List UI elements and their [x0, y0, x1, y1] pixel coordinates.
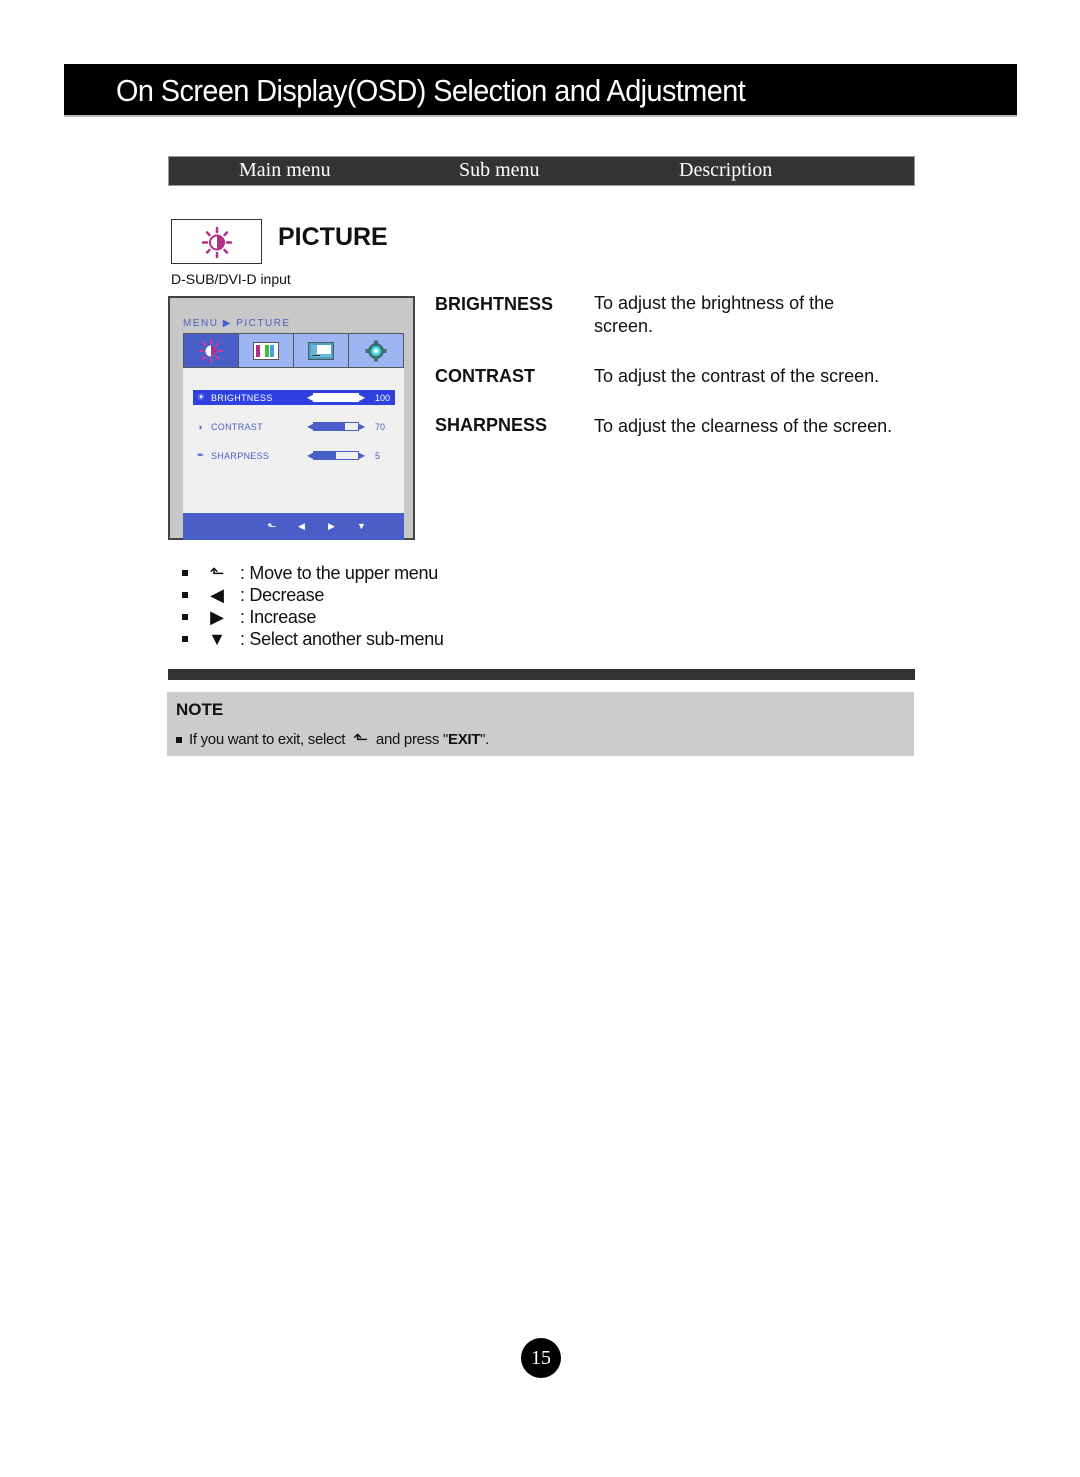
bullet-icon — [182, 614, 188, 620]
note-title: NOTE — [176, 700, 224, 719]
decrease-icon: ◀ — [210, 584, 224, 605]
increase-icon: ▶ — [210, 606, 224, 627]
osd-row-label: SHARPNESS — [211, 450, 270, 461]
osd-tab-brightness[interactable] — [184, 334, 239, 367]
osd-footer: ⬑ ◀ ▶ ▼ — [183, 513, 404, 540]
input-label: D-SUB/DVI-D input — [171, 271, 291, 287]
picture-icon-box — [171, 219, 262, 264]
header-sub-menu: Sub menu — [459, 159, 540, 181]
slider-fill — [314, 394, 358, 401]
submenu-name-sharpness: SHARPNESS — [435, 415, 548, 435]
next-submenu-button-icon[interactable]: ▼ — [357, 521, 366, 531]
brightness-slider[interactable] — [313, 393, 359, 402]
legend-text: : Select another sub-menu — [240, 628, 444, 649]
submenu-desc-sharpness: To adjust the clearness of the screen. — [594, 416, 893, 436]
upper-menu-icon: ⬑ — [209, 562, 225, 583]
bullet-icon — [176, 736, 182, 743]
note-text-before: If you want to exit, select — [189, 731, 346, 748]
legend-item: ⬑ : Move to the upper menu — [182, 562, 438, 584]
increase-arrow-icon[interactable]: ▶ — [359, 451, 365, 460]
upper-menu-icon: ⬑ — [353, 729, 368, 749]
page-title-bar: On Screen Display(OSD) Selection and Adj… — [64, 64, 1017, 117]
slider-fill — [314, 452, 336, 459]
page-title: On Screen Display(OSD) Selection and Adj… — [116, 73, 746, 108]
section-divider — [168, 669, 915, 680]
page-number: 15 — [521, 1338, 561, 1378]
increase-arrow-icon[interactable]: ▶ — [359, 422, 365, 431]
legend-text: : Decrease — [240, 584, 325, 605]
osd-tab-color[interactable] — [239, 334, 294, 367]
brightness-small-icon: ☀ — [197, 392, 206, 402]
osd-row-label: BRIGHTNESS — [211, 392, 273, 403]
picture-brightness-icon — [201, 226, 233, 259]
contrast-small-icon: ◑ — [197, 421, 203, 432]
brightness-icon — [199, 338, 223, 363]
osd-row-label: CONTRAST — [211, 421, 263, 432]
osd-row-brightness[interactable]: ☀ BRIGHTNESS ◀ ▶ 100 — [193, 390, 395, 405]
note-exit-word: EXIT — [447, 731, 481, 748]
osd-breadcrumb: MENU ▶ PICTURE — [183, 318, 291, 329]
sharpness-small-icon: ✒ — [197, 450, 205, 460]
legend-text: : Increase — [240, 606, 317, 627]
submenu-desc-contrast: To adjust the contrast of the screen. — [594, 366, 880, 386]
decrease-button-icon[interactable]: ◀ — [298, 521, 305, 532]
osd-body: ☀ BRIGHTNESS ◀ ▶ 100 ◑ CONTRAST ◀ ▶ 70 ✒… — [183, 368, 404, 513]
osd-tabs — [183, 333, 404, 368]
osd-tab-settings[interactable] — [349, 334, 403, 367]
increase-button-icon[interactable]: ▶ — [328, 521, 335, 532]
submenu-desc-brightness: To adjust the brightness of the screen. — [594, 293, 835, 336]
note-text-mid: and press " — [375, 731, 448, 748]
note-text-after: ". — [480, 731, 490, 748]
osd-row-sharpness[interactable]: ✒ SHARPNESS ◀ ▶ 5 — [193, 448, 395, 463]
note-box: NOTE If you want to exit, select ⬑ and p… — [167, 692, 914, 756]
osd-row-value: 100 — [375, 392, 391, 403]
settings-gear-icon — [365, 340, 387, 361]
submenu-name-contrast: CONTRAST — [435, 366, 535, 386]
osd-screenshot: MENU ▶ PICTURE ☀ BRIGHTNESS ◀ ▶ 100 ◑ CO… — [168, 296, 415, 540]
legend-item: ▶ : Increase — [182, 606, 316, 628]
next-submenu-icon: ▼ — [208, 628, 226, 649]
section-title: PICTURE — [278, 223, 388, 251]
osd-tab-display[interactable] — [294, 334, 349, 367]
sharpness-slider[interactable] — [313, 451, 359, 460]
display-icon — [308, 341, 334, 360]
header-description: Description — [679, 159, 773, 181]
table-header: Main menu Sub menu Description — [168, 156, 915, 186]
note-text: If you want to exit, select ⬑ and press … — [176, 729, 489, 750]
legend-text: : Move to the upper menu — [240, 562, 438, 583]
bullet-icon — [182, 592, 188, 598]
slider-fill — [314, 423, 345, 430]
contrast-slider[interactable] — [313, 422, 359, 431]
osd-row-value: 5 — [375, 450, 381, 461]
bullet-icon — [182, 570, 188, 576]
upper-menu-button-icon[interactable]: ⬑ — [267, 520, 276, 533]
bullet-icon — [182, 636, 188, 642]
header-main-menu: Main menu — [239, 159, 331, 181]
submenu-name-brightness: BRIGHTNESS — [435, 294, 554, 314]
legend-item: ▼ : Select another sub-menu — [182, 628, 444, 650]
osd-row-value: 70 — [375, 421, 386, 432]
color-bars-icon — [253, 341, 279, 360]
legend-item: ◀ : Decrease — [182, 584, 324, 606]
increase-arrow-icon[interactable]: ▶ — [359, 393, 365, 402]
osd-row-contrast[interactable]: ◑ CONTRAST ◀ ▶ 70 — [193, 419, 395, 434]
